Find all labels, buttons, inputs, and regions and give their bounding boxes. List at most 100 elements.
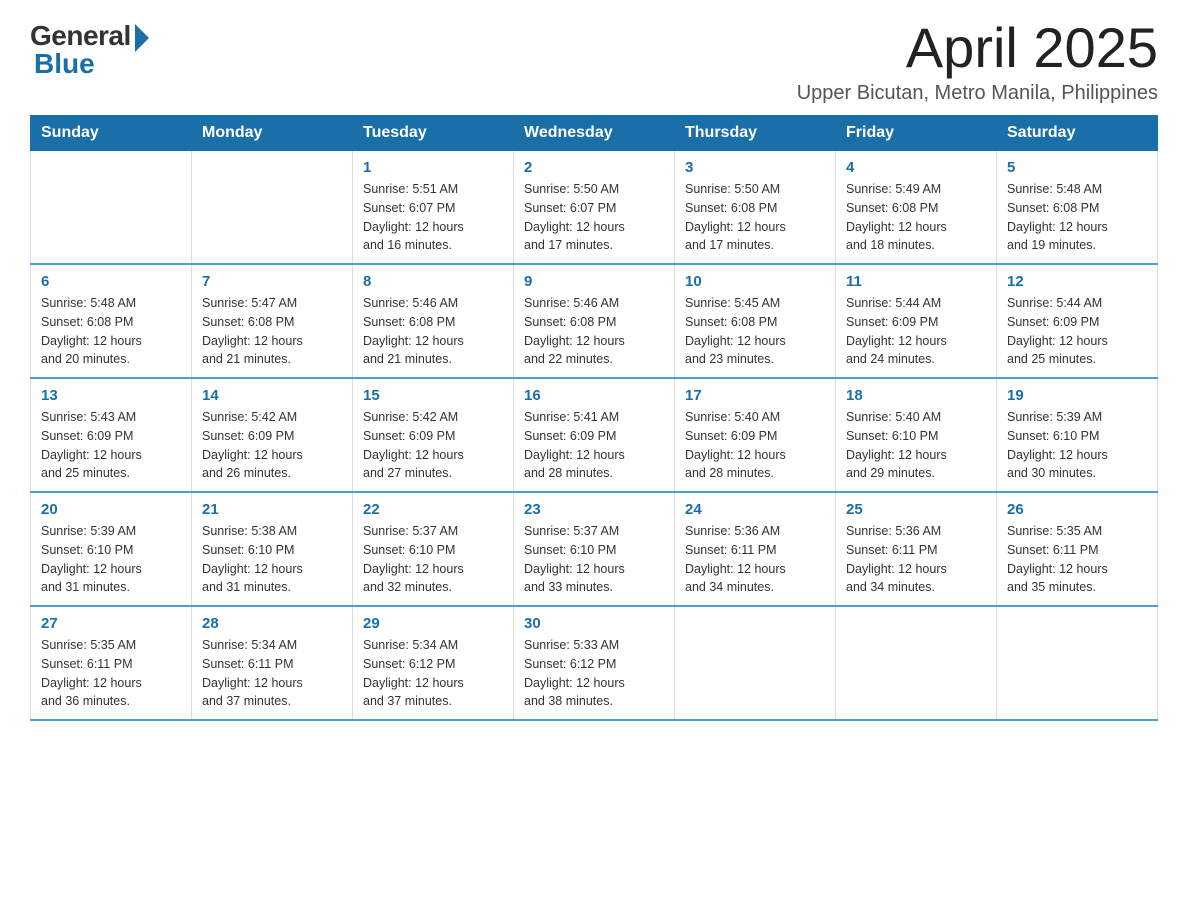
calendar-cell: 27Sunrise: 5:35 AM Sunset: 6:11 PM Dayli… — [31, 606, 192, 720]
day-number: 5 — [1007, 159, 1147, 176]
logo-arrow-icon — [135, 24, 149, 52]
day-info: Sunrise: 5:35 AM Sunset: 6:11 PM Dayligh… — [1007, 522, 1147, 597]
day-info: Sunrise: 5:48 AM Sunset: 6:08 PM Dayligh… — [41, 294, 181, 369]
day-info: Sunrise: 5:45 AM Sunset: 6:08 PM Dayligh… — [685, 294, 825, 369]
calendar-cell: 22Sunrise: 5:37 AM Sunset: 6:10 PM Dayli… — [353, 492, 514, 606]
day-number: 30 — [524, 615, 664, 632]
header-tuesday: Tuesday — [353, 116, 514, 151]
day-number: 1 — [363, 159, 503, 176]
calendar-cell: 18 Sunrise: 5:40 AM Sunset: 6:10 PM Dayli… — [836, 378, 997, 492]
day-info: Sunrise: 5:34 AM Sunset: 6:12 PM Dayligh… — [363, 636, 503, 711]
calendar-cell: 30 Sunrise: 5:33 AM Sunset: 6:12 PM Dayli… — [514, 606, 675, 720]
calendar-cell: 16 Sunrise: 5:41 AM Sunset: 6:09 PM Dayli… — [514, 378, 675, 492]
day-info: Sunrise: 5:44 AM Sunset: 6:09 PM Dayligh… — [846, 294, 986, 369]
day-number: 19 — [1007, 387, 1147, 404]
day-info: Sunrise: 5:46 AM Sunset: 6:08 PM Dayligh… — [363, 294, 503, 369]
logo: General Blue — [30, 20, 149, 80]
calendar-cell: 9 Sunrise: 5:46 AM Sunset: 6:08 PM Daylig… — [514, 264, 675, 378]
calendar-header: Sunday Monday Tuesday Wednesday Thursday… — [31, 116, 1158, 151]
header-monday: Monday — [192, 116, 353, 151]
calendar-cell: 2 Sunrise: 5:50 AM Sunset: 6:07 PM Daylig… — [514, 151, 675, 265]
calendar-cell — [192, 151, 353, 265]
day-info: Sunrise: 5:42 AM Sunset: 6:09 PM Dayligh… — [202, 408, 342, 483]
day-info: Sunrise: 5:37 AM Sunset: 6:10 PM Dayligh… — [524, 522, 664, 597]
calendar-table: Sunday Monday Tuesday Wednesday Thursday… — [30, 115, 1158, 721]
day-number: 23 — [524, 501, 664, 518]
logo-blue-text: Blue — [30, 48, 95, 80]
calendar-cell — [675, 606, 836, 720]
location-subtitle: Upper Bicutan, Metro Manila, Philippines — [797, 82, 1158, 105]
calendar-cell — [31, 151, 192, 265]
calendar-body: 1 Sunrise: 5:51 AM Sunset: 6:07 PM Daylig… — [31, 151, 1158, 721]
day-number: 6 — [41, 273, 181, 290]
day-info: Sunrise: 5:47 AM Sunset: 6:08 PM Dayligh… — [202, 294, 342, 369]
calendar-cell: 15 Sunrise: 5:42 AM Sunset: 6:09 PM Dayli… — [353, 378, 514, 492]
day-number: 12 — [1007, 273, 1147, 290]
day-info: Sunrise: 5:39 AM Sunset: 6:10 PM Dayligh… — [1007, 408, 1147, 483]
day-number: 26 — [1007, 501, 1147, 518]
calendar-cell: 26 Sunrise: 5:35 AM Sunset: 6:11 PM Dayli… — [997, 492, 1158, 606]
day-info: Sunrise: 5:46 AM Sunset: 6:08 PM Dayligh… — [524, 294, 664, 369]
day-info: Sunrise: 5:50 AM Sunset: 6:07 PM Dayligh… — [524, 180, 664, 255]
day-info: Sunrise: 5:33 AM Sunset: 6:12 PM Dayligh… — [524, 636, 664, 711]
day-number: 20 — [41, 501, 181, 518]
day-info: Sunrise: 5:41 AM Sunset: 6:09 PM Dayligh… — [524, 408, 664, 483]
header-sunday: Sunday — [31, 116, 192, 151]
day-number: 2 — [524, 159, 664, 176]
calendar-cell: 23 Sunrise: 5:37 AM Sunset: 6:10 PM Dayli… — [514, 492, 675, 606]
day-info: Sunrise: 5:42 AM Sunset: 6:09 PM Dayligh… — [363, 408, 503, 483]
calendar-cell: 5 Sunrise: 5:48 AM Sunset: 6:08 PM Daylig… — [997, 151, 1158, 265]
day-number: 4 — [846, 159, 986, 176]
day-info: Sunrise: 5:38 AM Sunset: 6:10 PM Dayligh… — [202, 522, 342, 597]
calendar-cell: 29 Sunrise: 5:34 AM Sunset: 6:12 PM Dayli… — [353, 606, 514, 720]
day-number: 7 — [202, 273, 342, 290]
day-number: 22 — [363, 501, 503, 518]
day-info: Sunrise: 5:43 AM Sunset: 6:09 PM Dayligh… — [41, 408, 181, 483]
calendar-cell: 12 Sunrise: 5:44 AM Sunset: 6:09 PM Dayli… — [997, 264, 1158, 378]
calendar-week-row: 1 Sunrise: 5:51 AM Sunset: 6:07 PM Daylig… — [31, 151, 1158, 265]
day-number: 29 — [363, 615, 503, 632]
calendar-week-row: 20Sunrise: 5:39 AM Sunset: 6:10 PM Dayli… — [31, 492, 1158, 606]
calendar-cell: 25 Sunrise: 5:36 AM Sunset: 6:11 PM Dayli… — [836, 492, 997, 606]
calendar-cell — [836, 606, 997, 720]
calendar-cell: 11Sunrise: 5:44 AM Sunset: 6:09 PM Dayli… — [836, 264, 997, 378]
header-saturday: Saturday — [997, 116, 1158, 151]
calendar-cell: 6 Sunrise: 5:48 AM Sunset: 6:08 PM Daylig… — [31, 264, 192, 378]
calendar-cell: 14 Sunrise: 5:42 AM Sunset: 6:09 PM Dayli… — [192, 378, 353, 492]
day-number: 3 — [685, 159, 825, 176]
day-info: Sunrise: 5:34 AM Sunset: 6:11 PM Dayligh… — [202, 636, 342, 711]
day-number: 16 — [524, 387, 664, 404]
calendar-week-row: 27Sunrise: 5:35 AM Sunset: 6:11 PM Dayli… — [31, 606, 1158, 720]
title-area: April 2025 Upper Bicutan, Metro Manila, … — [797, 20, 1158, 105]
day-number: 17 — [685, 387, 825, 404]
day-info: Sunrise: 5:44 AM Sunset: 6:09 PM Dayligh… — [1007, 294, 1147, 369]
day-number: 14 — [202, 387, 342, 404]
day-number: 9 — [524, 273, 664, 290]
day-number: 10 — [685, 273, 825, 290]
header-row: Sunday Monday Tuesday Wednesday Thursday… — [31, 116, 1158, 151]
calendar-cell: 3Sunrise: 5:50 AM Sunset: 6:08 PM Daylig… — [675, 151, 836, 265]
day-info: Sunrise: 5:51 AM Sunset: 6:07 PM Dayligh… — [363, 180, 503, 255]
calendar-cell: 7 Sunrise: 5:47 AM Sunset: 6:08 PM Daylig… — [192, 264, 353, 378]
day-number: 13 — [41, 387, 181, 404]
day-info: Sunrise: 5:48 AM Sunset: 6:08 PM Dayligh… — [1007, 180, 1147, 255]
day-number: 24 — [685, 501, 825, 518]
calendar-cell: 20Sunrise: 5:39 AM Sunset: 6:10 PM Dayli… — [31, 492, 192, 606]
day-info: Sunrise: 5:36 AM Sunset: 6:11 PM Dayligh… — [685, 522, 825, 597]
month-title: April 2025 — [797, 20, 1158, 76]
day-number: 25 — [846, 501, 986, 518]
day-number: 15 — [363, 387, 503, 404]
calendar-cell: 4 Sunrise: 5:49 AM Sunset: 6:08 PM Daylig… — [836, 151, 997, 265]
day-number: 21 — [202, 501, 342, 518]
day-info: Sunrise: 5:40 AM Sunset: 6:10 PM Dayligh… — [846, 408, 986, 483]
calendar-cell: 8 Sunrise: 5:46 AM Sunset: 6:08 PM Daylig… — [353, 264, 514, 378]
day-info: Sunrise: 5:36 AM Sunset: 6:11 PM Dayligh… — [846, 522, 986, 597]
day-number: 18 — [846, 387, 986, 404]
day-info: Sunrise: 5:40 AM Sunset: 6:09 PM Dayligh… — [685, 408, 825, 483]
day-info: Sunrise: 5:49 AM Sunset: 6:08 PM Dayligh… — [846, 180, 986, 255]
day-info: Sunrise: 5:35 AM Sunset: 6:11 PM Dayligh… — [41, 636, 181, 711]
day-number: 8 — [363, 273, 503, 290]
calendar-cell — [997, 606, 1158, 720]
day-number: 28 — [202, 615, 342, 632]
calendar-cell: 10 Sunrise: 5:45 AM Sunset: 6:08 PM Dayli… — [675, 264, 836, 378]
